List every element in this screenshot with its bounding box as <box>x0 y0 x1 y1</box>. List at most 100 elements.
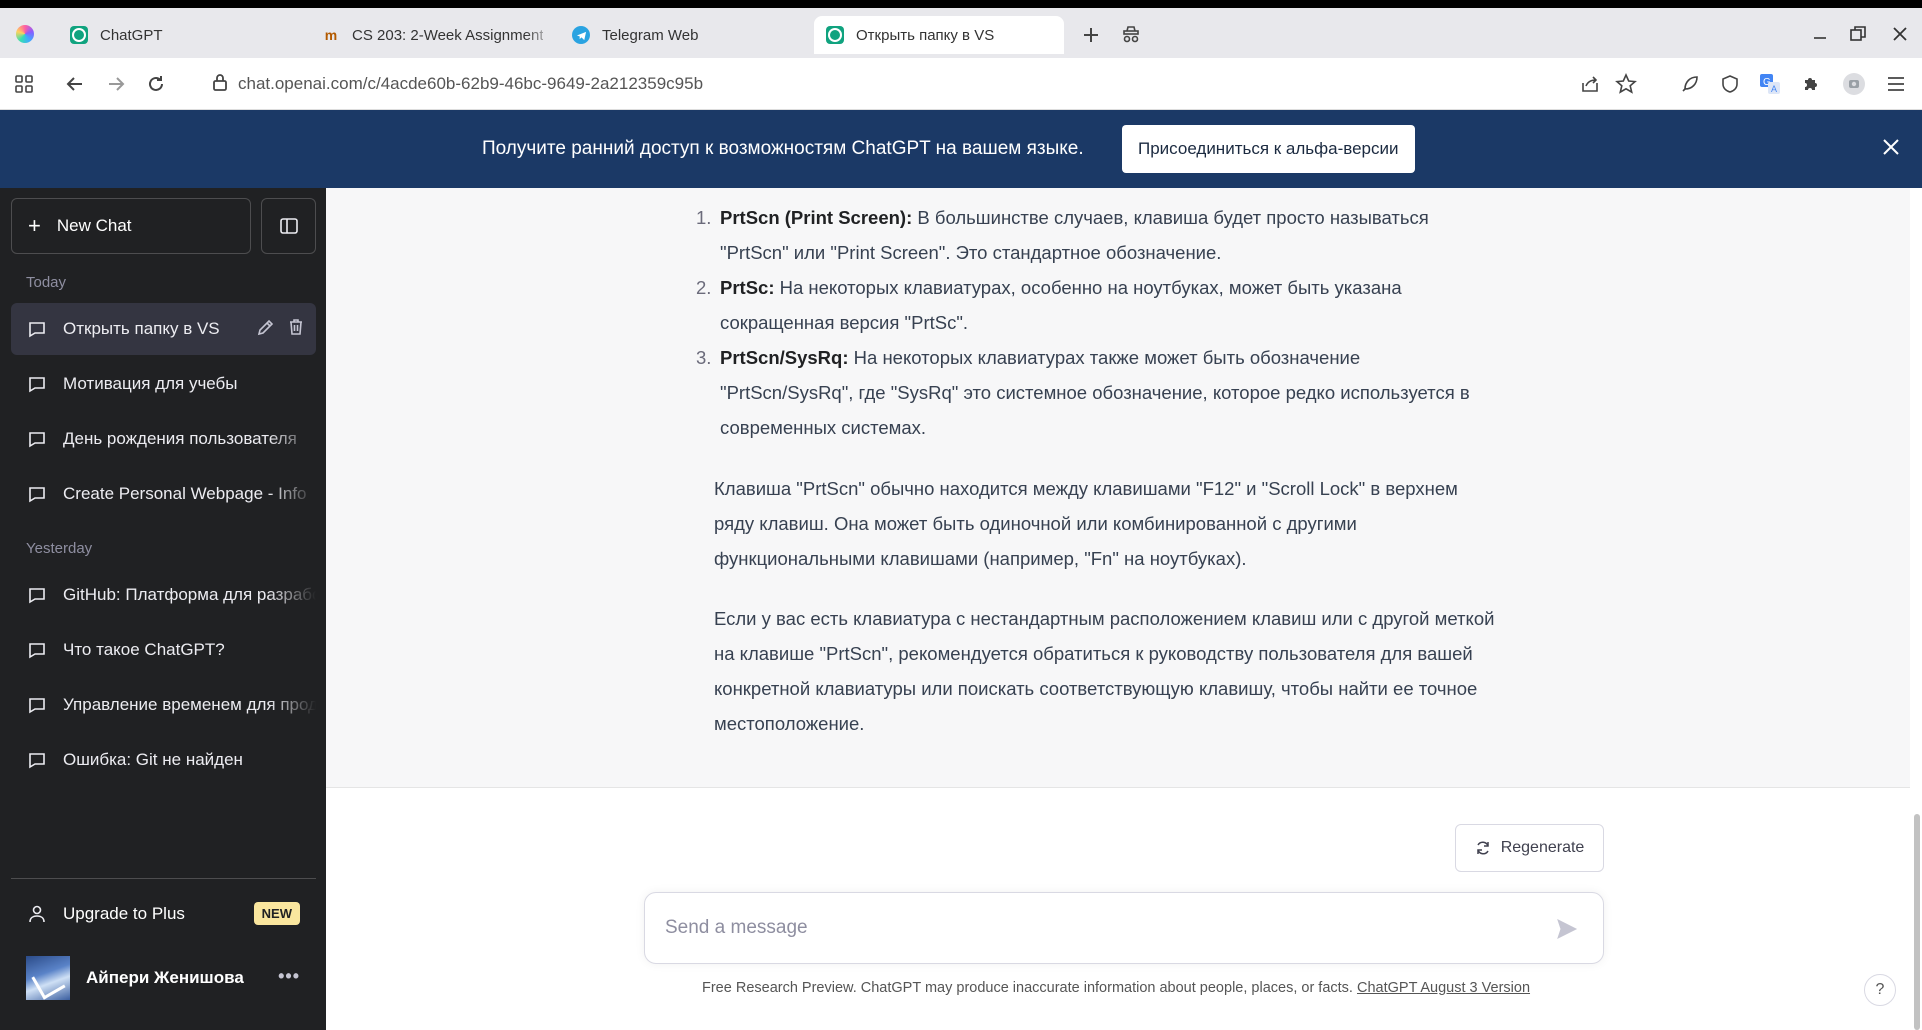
plus-icon: + <box>28 213 41 238</box>
sidebar-chat-item-active[interactable]: Открыть папку в VS <box>11 303 316 355</box>
chat-bubble-icon <box>29 588 45 604</box>
tab-cs203[interactable]: m CS 203: 2-Week Assignment <box>310 16 555 54</box>
url-field[interactable]: chat.openai.com/c/4acde60b-62b9-46bc-964… <box>212 72 703 96</box>
message-list: 1. PrtScn (Print Screen): В большинстве … <box>696 200 1550 445</box>
trash-icon[interactable] <box>286 317 306 337</box>
chat-bubble-icon <box>29 377 45 393</box>
tab-title: Открыть папку в VS <box>856 26 995 44</box>
regenerate-button[interactable]: Regenerate <box>1455 824 1604 872</box>
restore-icon[interactable] <box>1846 22 1870 46</box>
chatgpt-icon <box>70 26 88 44</box>
browser-menu-icon[interactable] <box>1884 72 1908 96</box>
scrollbar[interactable] <box>1914 814 1920 1030</box>
new-chat-label: New Chat <box>56 216 132 235</box>
sidebar-heading-yesterday: Yesterday <box>26 540 93 557</box>
sidebar-heading-today: Today <box>26 274 67 291</box>
regenerate-label: Regenerate <box>1500 839 1585 856</box>
sidebar-chat-item[interactable]: День рождения пользователя <box>11 413 316 465</box>
tab-title: ChatGPT <box>100 26 163 44</box>
list-number: 1. <box>696 207 712 228</box>
avatar <box>26 956 70 1000</box>
browser-logo-icon[interactable] <box>16 25 34 43</box>
upgrade-label: Upgrade to Plus <box>63 904 185 923</box>
address-toolbar: chat.openai.com/c/4acde60b-62b9-46bc-964… <box>0 58 1922 110</box>
chat-title: День рождения пользователя <box>63 429 297 448</box>
list-item: 1. PrtScn (Print Screen): В большинстве … <box>696 200 1550 270</box>
chat-title: Открыть папку в VS <box>63 319 220 338</box>
course-icon: m <box>324 27 338 43</box>
new-tab-button[interactable] <box>1080 24 1102 46</box>
banner-text: Получите ранний доступ к возможностям Ch… <box>482 138 1084 159</box>
close-window-icon[interactable] <box>1888 22 1912 46</box>
sidebar-toggle-button[interactable] <box>261 198 316 254</box>
translate-icon[interactable]: GA <box>1758 72 1782 96</box>
join-alpha-button[interactable]: Присоединиться к альфа-версии <box>1122 125 1415 173</box>
profile-avatar-icon[interactable] <box>1842 72 1866 96</box>
list-text: "PrtScn/SysRq", где "SysRq" это системно… <box>720 382 1470 403</box>
chat-title: Что такое ChatGPT? <box>63 640 225 659</box>
list-term: PrtScn/SysRq: <box>720 347 849 368</box>
sidebar-chat-item[interactable]: Мотивация для учебы <box>11 358 316 410</box>
disclaimer-text: Free Research Preview. ChatGPT may produ… <box>702 980 1357 996</box>
svg-text:A: A <box>1771 84 1777 94</box>
message-placeholder: Send a message <box>665 917 808 938</box>
help-button[interactable]: ? <box>1864 974 1896 1006</box>
message-input[interactable]: Send a message <box>644 892 1604 964</box>
tab-title: CS 203: 2-Week Assignment <box>352 26 544 44</box>
sidebar-divider <box>11 878 316 879</box>
user-icon <box>29 905 45 923</box>
chat-bubble-icon <box>29 698 45 714</box>
sidebar-chat-item[interactable]: GitHub: Платформа для разработки <box>11 569 316 621</box>
new-badge: NEW <box>253 902 300 925</box>
sidebar-chat-item[interactable]: Что такое ChatGPT? <box>11 624 316 676</box>
tab-chatgpt[interactable]: ChatGPT <box>58 16 298 54</box>
main-chat-area: 1. PrtScn (Print Screen): В большинстве … <box>326 188 1922 1030</box>
incognito-icon[interactable] <box>1120 24 1142 46</box>
shield-icon[interactable] <box>1718 72 1742 96</box>
chat-title: Мотивация для учебы <box>63 374 238 393</box>
rocket-icon[interactable] <box>1678 72 1702 96</box>
back-button[interactable] <box>63 72 87 96</box>
lock-icon[interactable] <box>212 73 228 96</box>
url-text: chat.openai.com/c/4acde60b-62b9-46bc-964… <box>238 74 704 93</box>
language-alpha-banner: Получите ранний доступ к возможностям Ch… <box>0 110 1922 188</box>
banner-close-icon[interactable] <box>1882 138 1904 160</box>
edit-pencil-icon[interactable] <box>256 317 276 337</box>
chat-title: Ошибка: Git не найден <box>63 750 243 769</box>
list-item: 3. PrtScn/SysRq: На некоторых клавиатура… <box>696 340 1550 445</box>
forward-button[interactable] <box>104 72 128 96</box>
new-chat-button[interactable]: + New Chat <box>11 198 251 254</box>
sidebar-chat-item[interactable]: Create Personal Webpage - Info <box>11 468 316 520</box>
tab-active-vs[interactable]: Открыть папку в VS <box>814 16 1064 54</box>
chat-bubble-icon <box>29 753 45 769</box>
reload-button[interactable] <box>144 72 168 96</box>
sidebar-chat-item[interactable]: Ошибка: Git не найден <box>11 734 316 786</box>
send-icon[interactable] <box>1555 917 1579 941</box>
share-icon[interactable] <box>1578 72 1602 96</box>
assistant-message: 1. PrtScn (Print Screen): В большинстве … <box>326 188 1910 788</box>
apps-grid-icon[interactable] <box>12 72 36 96</box>
chat-bubble-icon <box>29 643 45 659</box>
bookmark-star-icon[interactable] <box>1614 72 1638 96</box>
upgrade-to-plus-button[interactable]: Upgrade to Plus NEW <box>11 888 316 940</box>
version-link[interactable]: ChatGPT August 3 Version <box>1357 980 1530 996</box>
tab-telegram[interactable]: Telegram Web <box>560 16 800 54</box>
chatgpt-icon <box>826 26 844 44</box>
user-name: Айпери Женишова <box>86 968 244 987</box>
sidebar: + New Chat Today Открыть папку в VS Моти… <box>0 188 326 1030</box>
chat-bubble-icon <box>29 432 45 448</box>
list-text: На некоторых клавиатурах также может быт… <box>848 347 1361 368</box>
sidebar-panel-icon <box>279 218 298 234</box>
minimize-icon[interactable] <box>1808 22 1832 46</box>
chat-bubble-icon <box>29 487 45 503</box>
window-top-edge <box>0 0 1922 8</box>
list-text: На некоторых клавиатурах, особенно на но… <box>774 277 1402 298</box>
list-text: В большинстве случаев, клавиша будет про… <box>912 207 1429 228</box>
user-menu[interactable]: Айпери Женишова ••• <box>11 948 316 1008</box>
browser-tab-bar: ChatGPT m CS 203: 2-Week Assignment Tele… <box>0 8 1922 58</box>
telegram-icon <box>572 26 590 44</box>
list-text: "PrtScn" или "Print Screen". Это стандар… <box>720 242 1222 263</box>
extensions-puzzle-icon[interactable] <box>1799 72 1823 96</box>
sidebar-chat-item[interactable]: Управление временем для продуктивности <box>11 679 316 731</box>
more-options-icon[interactable]: ••• <box>278 966 300 987</box>
